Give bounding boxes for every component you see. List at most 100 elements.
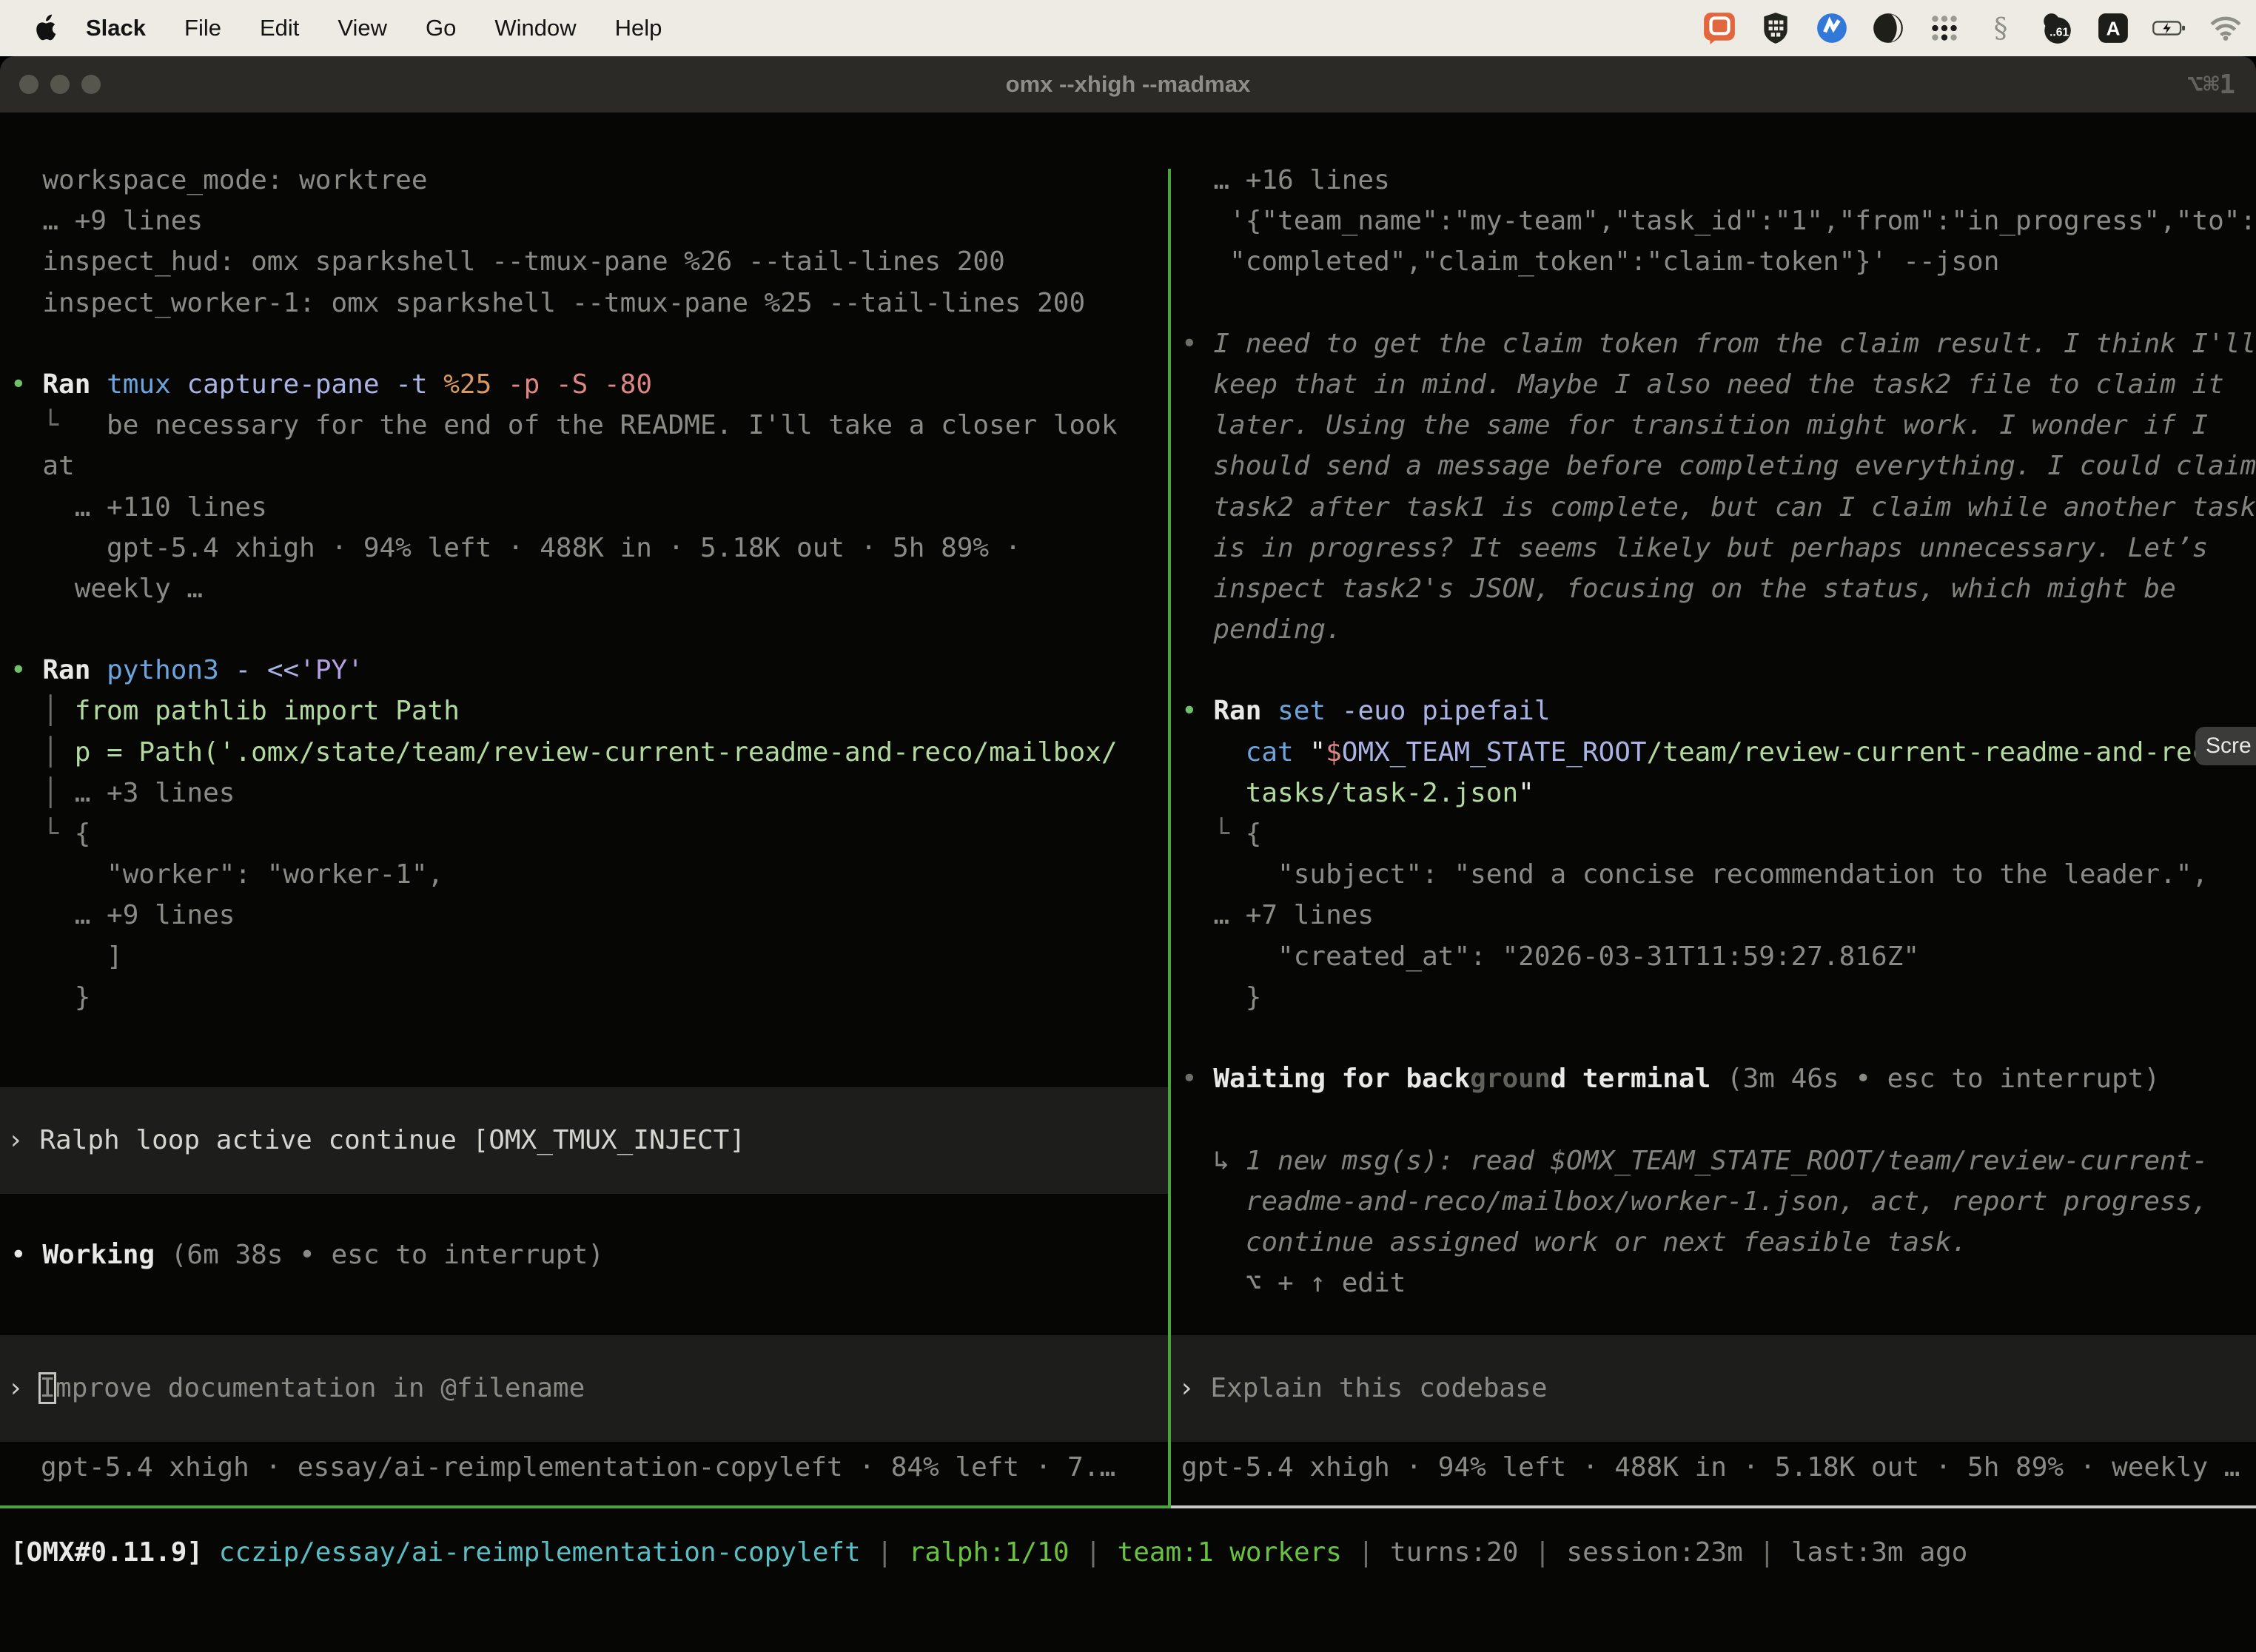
terminal-line: cat "$OMX_TEAM_STATE_ROOT/team/review-cu… [1171,732,2256,773]
text-segment: └ [10,819,75,849]
terminal-line: inspect task2's JSON, focusing on the st… [1171,568,2256,609]
text-segment: inspect_hud: omx sparkshell --tmux-pane … [10,246,1005,277]
left-pane-scrollback: workspace_mode: worktree … +9 lines insp… [0,169,1168,1276]
text-segment: › [7,1125,39,1155]
terminal-line: } [0,977,1168,1018]
text-segment: Working [42,1240,170,1270]
terminal-line: • Ran tmux capture-pane -t %25 -p -S -80 [0,364,1168,405]
terminal-line: "worker": "worker-1", [0,854,1168,895]
text-segment: [OMX#0.11.9] [10,1537,219,1568]
text-segment: | [861,1537,909,1568]
close-button[interactable] [19,75,38,94]
menu-item-file[interactable]: File [165,15,241,41]
text-segment: Ran [42,655,107,685]
minimize-button[interactable] [50,75,70,94]
text-segment: • [10,1240,42,1270]
text-segment: p = Path('.omx/state/team/review-current… [75,737,1118,768]
svg-text:§: § [1994,12,2008,44]
text-segment: continue assigned work or next feasible … [1181,1227,1967,1258]
menu-item-help[interactable]: Help [596,15,682,41]
text-segment: • [1181,1064,1213,1094]
grid-icon[interactable] [1927,11,1961,45]
text-segment: inspect_worker-1: omx sparkshell --tmux-… [10,288,1085,318]
terminal-line: ↳ 1 new msg(s): read $OMX_TEAM_STATE_ROO… [1171,1141,2256,1181]
terminal-line: should send a message before completing … [1171,446,2256,486]
crescent-icon[interactable] [1871,11,1905,45]
terminal-line: │ p = Path('.omx/state/team/review-curre… [0,732,1168,773]
terminal-line: readme-and-reco/mailbox/worker-1.json, a… [1171,1181,2256,1222]
text-segment: -t [395,369,443,400]
terminal-line: • Waiting for background terminal (3m 46… [1171,1058,2256,1099]
text-segment: " [1518,778,1534,808]
text-segment: Explain this codebase [1210,1373,1547,1403]
text-segment: at [10,451,75,481]
text-segment: session:23m [1566,1537,1742,1568]
right-terminal-pane[interactable]: … +16 lines '{"team_name":"my-team","tas… [1171,169,2256,1508]
input-source-icon[interactable]: A [2096,11,2130,45]
terminal-line: │ from pathlib import Path [0,691,1168,731]
text-segment: … +3 lines [75,778,235,808]
text-segment: cczip/essay/ai-reimplementation-copyleft [219,1537,861,1568]
text-segment: tmux [107,369,187,400]
text-segment: └ [1181,819,1246,849]
terminal-line [1171,1018,2256,1058]
terminal-line [0,323,1168,364]
window-title: omx --xhigh --madmax [1006,71,1251,98]
menu-item-view[interactable]: View [318,15,406,41]
terminal-line: ⌥ + ↑ edit [1171,1263,2256,1303]
apple-icon[interactable] [34,12,59,44]
menu-item-app[interactable]: Slack [67,15,165,41]
text-segment: should send a message before completing … [1181,451,2256,481]
text-segment: › [1178,1373,1210,1403]
chat-icon[interactable] [1702,11,1736,45]
text-segment: turns:20 [1390,1537,1518,1568]
traffic-lights [19,75,101,94]
terminal-line: "created_at": "2026-03-31T11:59:27.816Z" [1171,936,2256,977]
screen-edge-overlay[interactable]: Scre [2195,727,2256,765]
zoom-button[interactable] [81,75,101,94]
menu-item-go[interactable]: Go [406,15,475,41]
left-prompt-input[interactable]: › Improve documentation in @filename [0,1335,1168,1442]
squiggle-icon[interactable]: § [1984,11,2018,45]
wifi-icon[interactable] [2209,11,2243,45]
svg-text:..61: ..61 [2049,26,2069,38]
badge-icon[interactable] [1815,11,1849,45]
text-segment: " [1309,737,1326,768]
right-prompt-input[interactable]: › Explain this codebase [1171,1335,2256,1442]
omx-session-status-bar: [OMX#0.11.9] cczip/essay/ai-reimplementa… [0,1532,2256,1574]
text-segment: { [75,819,91,849]
text-segment: inspect task2's JSON, focusing on the st… [1181,574,2176,604]
inject-banner: › Ralph loop active continue [OMX_TMUX_I… [0,1087,1168,1194]
menu-item-window[interactable]: Window [475,15,595,41]
text-segment: { [1246,819,1262,849]
text-segment: │ [10,696,75,726]
menu-bar: Slack FileEditViewGoWindowHelp § ..61 A [0,0,2256,56]
terminal-line: at [0,446,1168,486]
text-segment: cat [1246,737,1310,768]
text-segment: 'PY' [299,655,363,685]
terminal-line: … +16 lines [1171,169,2256,201]
meter-icon[interactable]: ..61 [2040,11,2074,45]
terminal-line [1171,650,2256,691]
terminal-line: ] [0,936,1168,977]
text-segment: › [7,1373,39,1403]
text-segment: I need to get the claim token from the c… [1213,329,2256,359]
terminal-line [0,1194,1168,1235]
menu-item-edit[interactable]: Edit [241,15,318,41]
terminal-content: workspace_mode: worktree … +9 lines insp… [0,169,2256,1652]
window-titlebar[interactable]: omx --xhigh --madmax ⌥⌘1 [0,56,2256,113]
terminal-line: … +9 lines [0,895,1168,936]
left-terminal-pane[interactable]: workspace_mode: worktree … +9 lines insp… [0,169,1168,1508]
terminal-line: … +7 lines [1171,895,2256,936]
battery-icon[interactable] [2152,11,2186,45]
text-segment: Ran [1213,696,1278,726]
terminal-line: • Working (6m 38s • esc to interrupt) [0,1235,1168,1275]
text-segment: << [267,655,299,685]
text-segment: groun [1470,1064,1550,1094]
text-segment: gpt-5.4 xhigh · 94% left · 488K in · 5.1… [10,533,1021,563]
text-segment: from pathlib import Path [75,696,460,726]
terminal-line [0,609,1168,650]
screen-edge-overlay-label: Scre [2206,733,2252,759]
text-segment: │ [10,737,75,768]
shield-icon[interactable] [1759,11,1793,45]
